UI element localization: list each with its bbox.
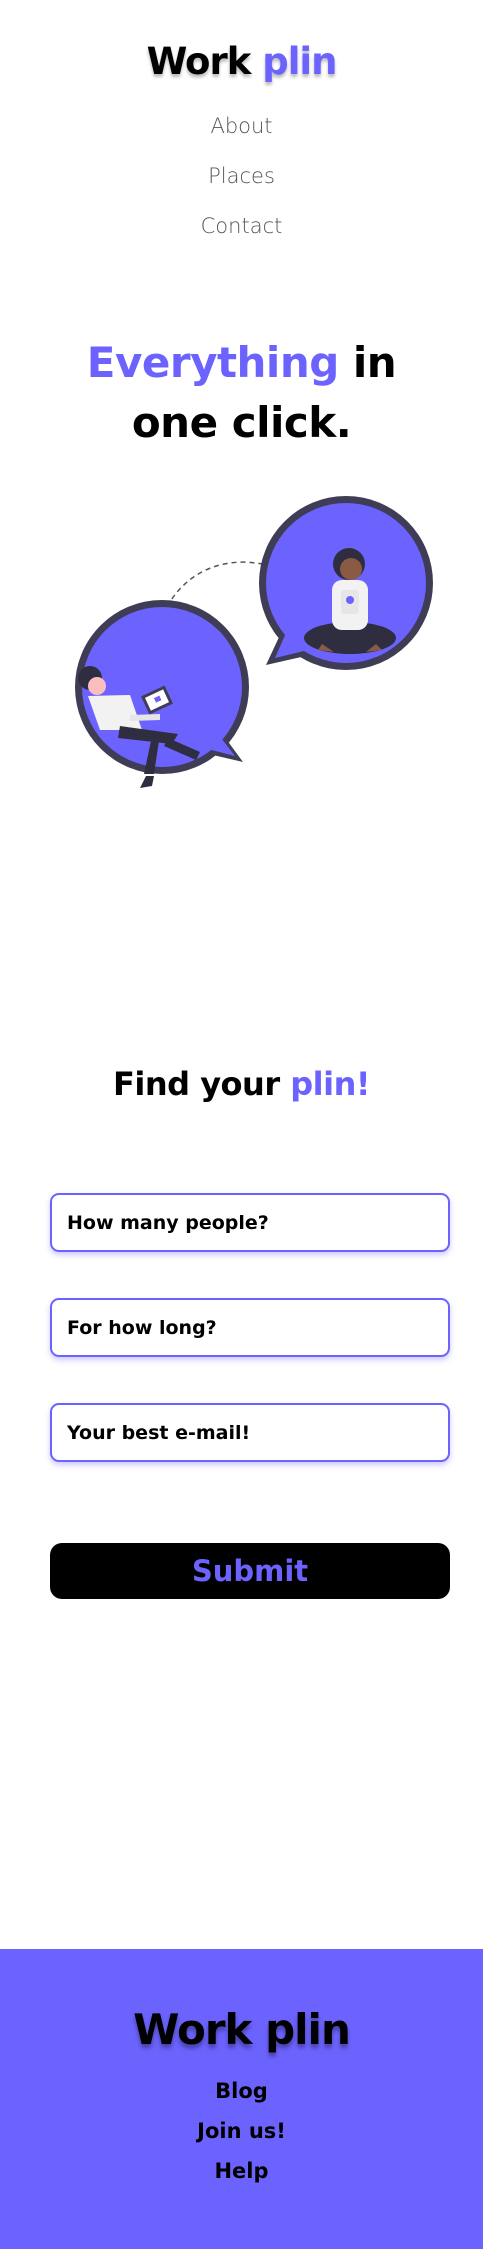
nav-link-places[interactable]: Places [0,161,483,211]
main-nav: About Places Contact [0,111,483,261]
find-plin-title: Find your plin! [0,1065,483,1103]
logo-word-work: Work [146,40,263,83]
nav-link-about[interactable]: About [0,111,483,161]
hero-title-rest: in [338,338,397,387]
people-count-input[interactable] [50,1193,450,1252]
email-input[interactable] [50,1403,450,1462]
site-logo[interactable]: Work plin [0,40,483,83]
footer-logo[interactable]: Work plin [0,2005,483,2054]
logo-word-plin: plin [262,40,337,83]
find-title-accent: plin! [290,1065,370,1103]
hero-title-line2: one click. [131,398,352,447]
footer: Work plin Blog Join us! Help [0,1949,483,2249]
duration-input[interactable] [50,1298,450,1357]
people-chatting-illustration [75,496,433,788]
find-title-text: Find your [113,1065,291,1103]
submit-button[interactable]: Submit [50,1543,450,1599]
hero-title: Everything in one click. [0,333,483,453]
hero-title-accent: Everything [86,338,339,387]
footer-link-help[interactable]: Help [0,2156,483,2196]
footer-link-join[interactable]: Join us! [0,2116,483,2156]
footer-links: Blog Join us! Help [0,2076,483,2196]
nav-link-contact[interactable]: Contact [0,211,483,261]
footer-link-blog[interactable]: Blog [0,2076,483,2116]
